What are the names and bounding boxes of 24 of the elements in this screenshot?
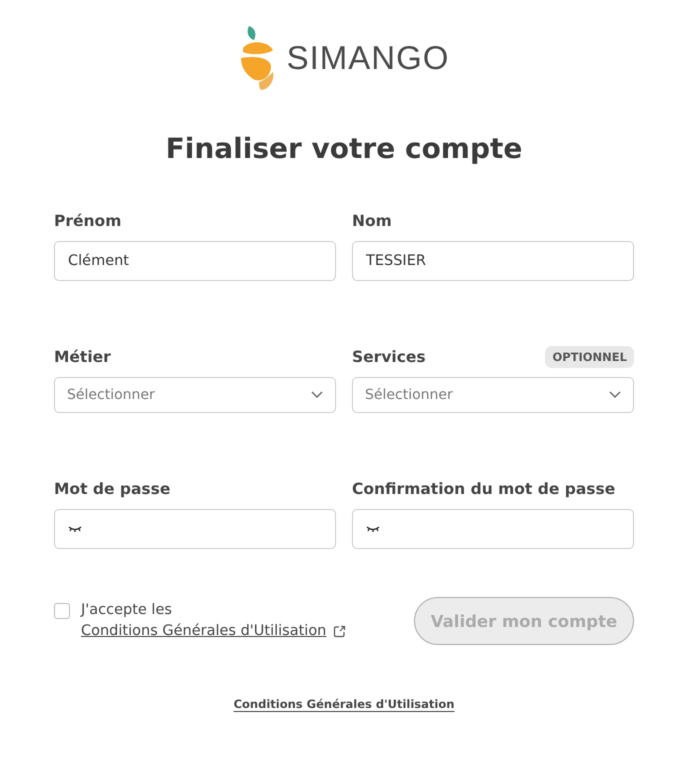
chevron-down-icon (609, 391, 621, 399)
field-label: Prénom (54, 212, 122, 230)
chevron-down-icon (311, 391, 323, 399)
closed-eye-icon[interactable] (366, 526, 380, 532)
field-label: Nom (352, 212, 392, 230)
closed-eye-icon[interactable] (68, 526, 82, 532)
password-field[interactable] (352, 509, 634, 549)
page-title: Finaliser votre compte (164, 132, 524, 165)
brand-name: SIMANGO (286, 39, 450, 77)
footer-terms-link[interactable]: Conditions Générales d'Utilisation (234, 697, 454, 711)
optional-tag: OPTIONNEL (545, 346, 634, 368)
select-field[interactable]: Sélectionner (352, 377, 634, 413)
field-label: Services (352, 348, 426, 366)
text-field[interactable]: Clément (54, 241, 336, 281)
text-field[interactable]: TESSIER (352, 241, 634, 281)
password-field[interactable] (54, 509, 336, 549)
field-label: Mot de passe (54, 480, 170, 498)
select-field[interactable]: Sélectionner (54, 377, 336, 413)
field-label: Métier (54, 348, 111, 366)
external-link-icon[interactable] (333, 625, 346, 638)
terms-sentence: J'accepte les Conditions Générales d'Utilisation (81, 601, 326, 641)
terms-checkbox[interactable] (54, 603, 70, 619)
terms-link[interactable]: Conditions Générales d'Utilisation (81, 623, 326, 639)
field-label: Confirmation du mot de passe (352, 480, 616, 498)
